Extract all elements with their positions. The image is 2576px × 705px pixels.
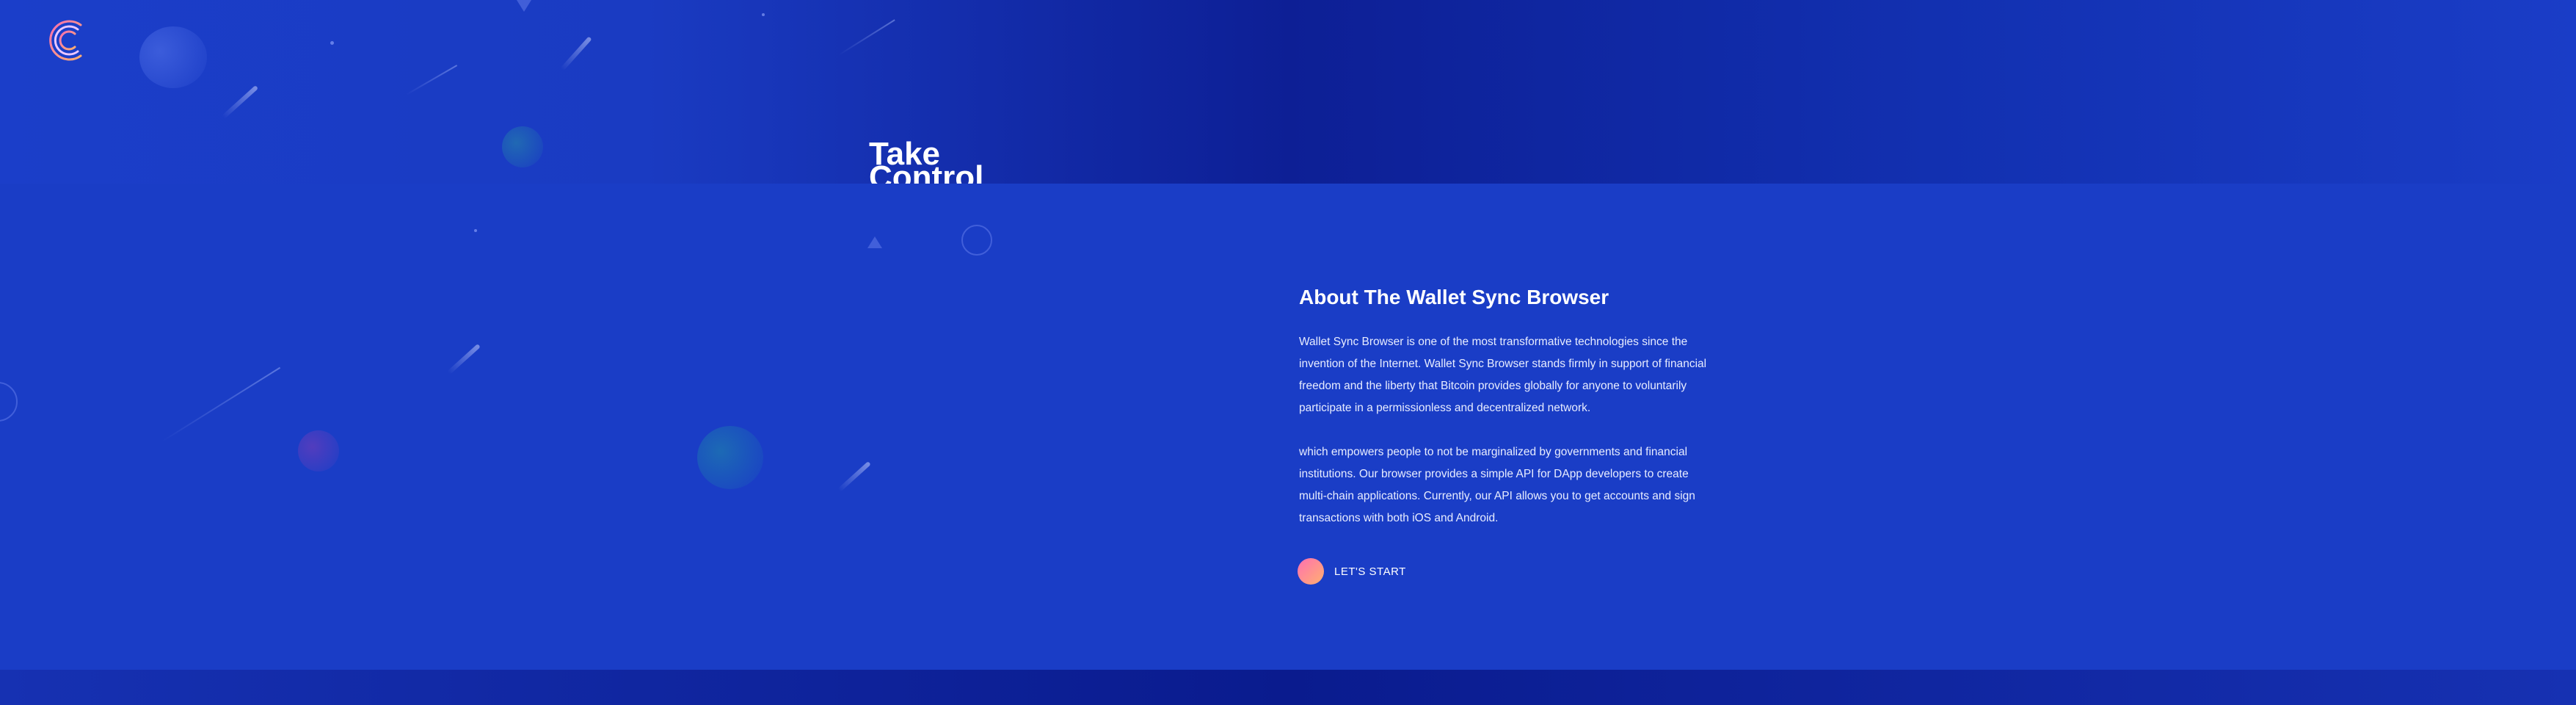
- decor-streak: [221, 85, 259, 119]
- decor-bubble: [697, 426, 763, 489]
- decor-bubble: [298, 430, 339, 471]
- about-paragraph-2: which empowers people to not be marginal…: [1299, 446, 1695, 524]
- decor-ring: [0, 382, 18, 422]
- decor-dot: [474, 229, 477, 232]
- brand-logo[interactable]: [46, 16, 90, 65]
- decor-line: [838, 19, 895, 56]
- decor-line: [161, 366, 281, 443]
- stacked-c-logo-icon: [49, 20, 82, 61]
- decor-dot: [330, 41, 334, 45]
- about-title: About The Wallet Sync Browser: [1299, 286, 1609, 308]
- decor-streak: [837, 461, 871, 492]
- decor-bubble: [502, 126, 543, 167]
- lets-start-button[interactable]: LET'S START: [1298, 558, 1406, 585]
- decor-bubble: [139, 26, 207, 88]
- decor-dot: [762, 13, 765, 16]
- hero-title: Take Control: [869, 138, 1089, 186]
- cta-dot-icon: [1298, 558, 1324, 585]
- hero-title-line-2: Control: [869, 159, 984, 186]
- decor-ring: [961, 225, 992, 256]
- decor-line: [405, 65, 458, 95]
- about-paragraph-1: Wallet Sync Browser is one of the most t…: [1299, 336, 1707, 414]
- about-section: About The Wallet Sync Browser Wallet Syn…: [0, 184, 2576, 671]
- hero-section: Take Control: [0, 0, 2576, 185]
- decor-streak: [560, 36, 592, 71]
- lets-start-label: LET'S START: [1334, 565, 1406, 578]
- decor-streak: [447, 344, 481, 375]
- footer-band: [0, 670, 2576, 705]
- decor-triangle: [517, 0, 531, 12]
- decor-triangle: [867, 236, 882, 248]
